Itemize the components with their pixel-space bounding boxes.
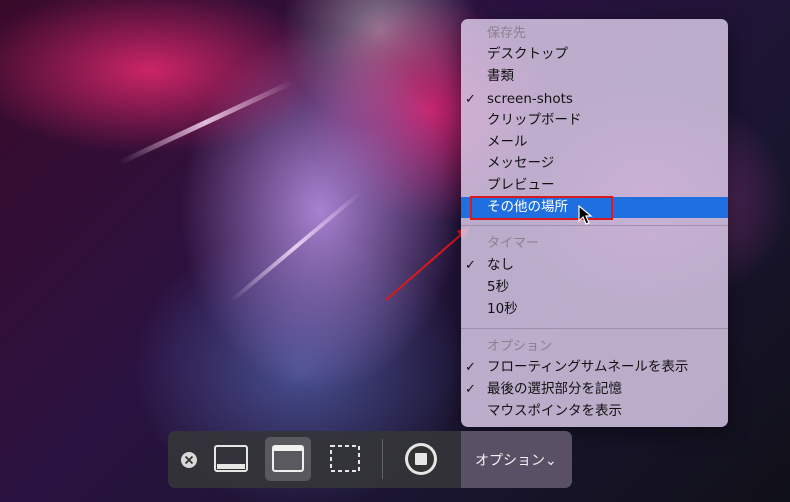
menu-separator	[461, 225, 728, 226]
close-icon[interactable]	[180, 451, 198, 469]
menu-item-messages[interactable]: メッセージ	[461, 153, 728, 174]
menu-item-clipboard[interactable]: クリップボード	[461, 110, 728, 131]
checkmark-icon: ✓	[465, 382, 476, 397]
options-header: オプション	[487, 339, 553, 354]
chevron-down-icon: ⌄	[545, 453, 557, 469]
options-button-label: オプション⌄	[475, 453, 557, 469]
menu-item-show-floating-thumbnail[interactable]: ✓ フローティングサムネールを表示	[461, 357, 728, 378]
capture-selected-window-button[interactable]	[265, 437, 311, 481]
menu-item-timer-10s[interactable]: 10秒	[461, 299, 728, 320]
window-icon	[272, 445, 304, 472]
menu-item-screen-shots[interactable]: ✓ screen-shots	[461, 89, 728, 110]
menu-item-preview[interactable]: プレビュー	[461, 175, 728, 196]
capture-selected-portion-button[interactable]	[322, 437, 368, 481]
menu-item-timer-5s[interactable]: 5秒	[461, 277, 728, 298]
menu-item-show-mouse-pointer[interactable]: マウスポインタを表示	[461, 401, 728, 422]
menu-item-documents[interactable]: 書類	[461, 66, 728, 87]
save-to-header: 保存先	[487, 26, 527, 41]
selection-icon	[330, 445, 360, 472]
record-icon	[405, 443, 437, 475]
options-dropdown-menu: 保存先 デスクトップ 書類 ✓ screen-shots クリップボード メール…	[461, 19, 728, 427]
screenshot-toolbar: オプション⌄	[168, 431, 572, 488]
menu-item-remember-last-selection[interactable]: ✓ 最後の選択部分を記憶	[461, 379, 728, 400]
checkmark-icon: ✓	[465, 92, 476, 107]
capture-entire-screen-button[interactable]	[208, 437, 254, 481]
menu-item-mail[interactable]: メール	[461, 132, 728, 153]
timer-header: タイマー	[487, 236, 540, 251]
entire-screen-icon	[214, 445, 248, 472]
menu-separator	[461, 328, 728, 329]
toolbar-divider	[382, 439, 383, 479]
checkmark-icon: ✓	[465, 360, 476, 375]
record-screen-button[interactable]	[398, 437, 444, 481]
menu-item-timer-none[interactable]: ✓ なし	[461, 255, 728, 276]
mouse-pointer-icon	[578, 205, 593, 225]
menu-item-desktop[interactable]: デスクトップ	[461, 44, 728, 65]
checkmark-icon: ✓	[465, 258, 476, 273]
options-button[interactable]: オプション⌄	[461, 431, 572, 488]
